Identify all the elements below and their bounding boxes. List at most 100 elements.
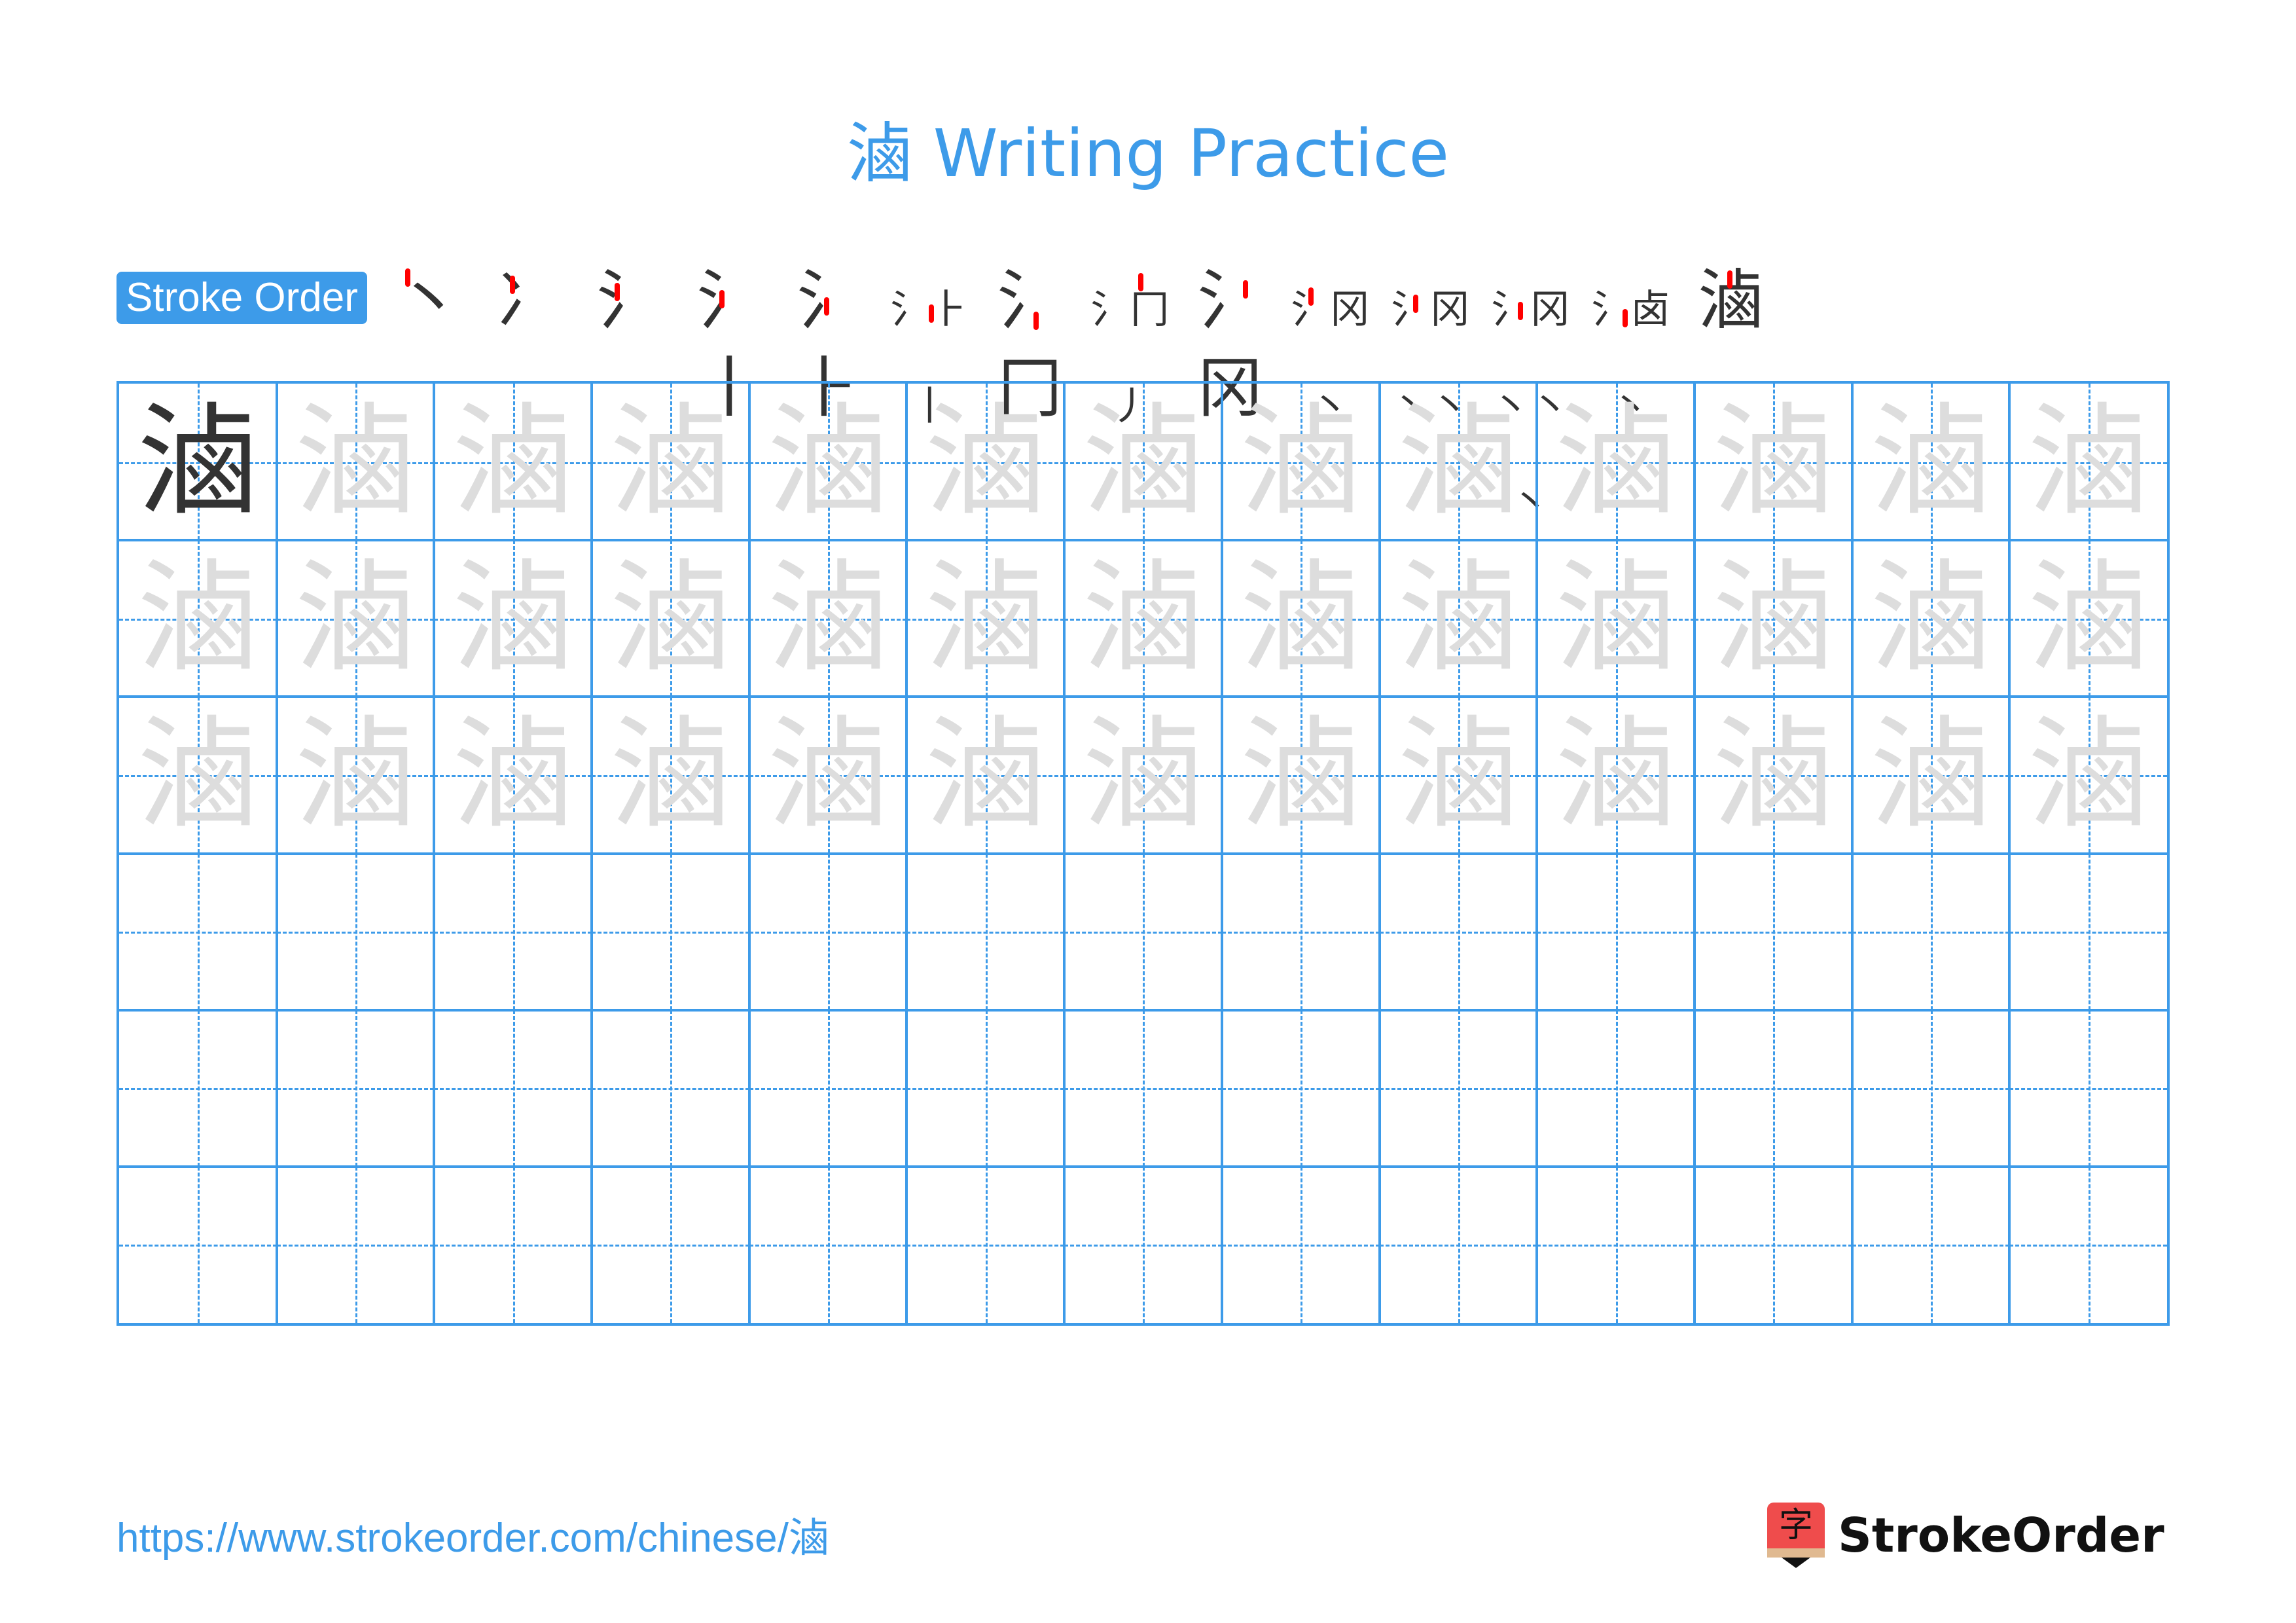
trace-character: 滷 bbox=[295, 391, 416, 532]
trace-character: 滷 bbox=[137, 704, 259, 846]
practice-grid: 滷滷滷滷滷滷滷滷滷滷滷滷滷滷滷滷滷滷滷滷滷滷滷滷滷滷滷滷滷滷滷滷滷滷滷滷滷滷滷 bbox=[117, 381, 2170, 1326]
guide-line-horizontal bbox=[276, 1088, 435, 1091]
grid-cell: 滷 bbox=[1694, 384, 1852, 541]
stroke-step-14: 滷 bbox=[1681, 255, 1781, 340]
brand-name: StrokeOrder bbox=[1838, 1508, 2164, 1563]
trace-character: 滷 bbox=[767, 547, 889, 689]
trace-character: 滷 bbox=[609, 704, 731, 846]
stroke-step-1: 丶 bbox=[379, 255, 479, 340]
guide-line-horizontal bbox=[906, 932, 1065, 934]
grid-cell bbox=[2009, 1166, 2167, 1323]
guide-line-horizontal bbox=[1221, 1245, 1380, 1247]
grid-cell bbox=[592, 1010, 749, 1167]
grid-cell: 滷 bbox=[592, 540, 749, 697]
grid-cell bbox=[276, 853, 435, 1010]
brand-logo: 字 StrokeOrder bbox=[1767, 1503, 2164, 1568]
stroke-step-4: 氵丨 bbox=[679, 255, 780, 426]
trace-character: 滷 bbox=[295, 547, 416, 689]
stroke-order-row: Stroke Order 丶冫氵氵丨 氵⺊ 氵⺊丨 氵冂 氵冂丿 氵冈 氵冈丶 氵冈丶丶 氵冈丶… bbox=[117, 252, 1781, 526]
stroke-highlight bbox=[1242, 280, 1248, 299]
pencil-logo-icon: 字 bbox=[1767, 1503, 1825, 1568]
trace-character: 滷 bbox=[609, 391, 731, 532]
grid-cell bbox=[906, 1166, 1065, 1323]
guide-line-horizontal bbox=[434, 1245, 592, 1247]
guide-line-horizontal bbox=[749, 1245, 907, 1247]
trace-character: 滷 bbox=[925, 704, 1047, 846]
guide-line-horizontal bbox=[119, 1088, 277, 1091]
grid-cell: 滷 bbox=[1221, 697, 1380, 854]
guide-line-horizontal bbox=[1694, 1245, 1852, 1247]
grid-line-horizontal bbox=[119, 695, 2167, 699]
grid-cell bbox=[749, 853, 907, 1010]
trace-character: 滷 bbox=[925, 547, 1047, 689]
grid-cell: 滷 bbox=[119, 540, 277, 697]
stroke-step-9: 氵冈 bbox=[1180, 255, 1280, 426]
grid-cell bbox=[749, 1166, 907, 1323]
grid-cell: 滷 bbox=[906, 384, 1065, 541]
stroke-order-steps: 丶冫氵氵丨 氵⺊ 氵⺊丨 氵冂 氵冂丿 氵冈 氵冈丶 氵冈丶丶 氵冈丶丶丶 氵卤丶滷 bbox=[379, 255, 1781, 526]
grid-cell: 滷 bbox=[1379, 697, 1537, 854]
trace-character: 滷 bbox=[2028, 547, 2149, 689]
grid-cell bbox=[1537, 1010, 1695, 1167]
grid-cell: 滷 bbox=[2009, 384, 2167, 541]
grid-cell: 滷 bbox=[906, 540, 1065, 697]
guide-line-horizontal bbox=[906, 1088, 1065, 1091]
guide-line-horizontal bbox=[434, 932, 592, 934]
grid-cell bbox=[1064, 1166, 1222, 1323]
grid-cell: 滷 bbox=[1852, 384, 2010, 541]
guide-line-horizontal bbox=[434, 1088, 592, 1091]
trace-character: 滷 bbox=[2028, 704, 2149, 846]
stroke-highlight bbox=[404, 268, 410, 287]
grid-cell: 滷 bbox=[1221, 540, 1380, 697]
grid-cell: 滷 bbox=[434, 384, 592, 541]
trace-character: 滷 bbox=[1712, 391, 1834, 532]
grid-cell: 滷 bbox=[276, 697, 435, 854]
grid-cell: 滷 bbox=[1852, 697, 2010, 854]
grid-cell bbox=[434, 1166, 592, 1323]
stroke-highlight bbox=[1517, 302, 1523, 320]
grid-cell bbox=[1537, 853, 1695, 1010]
grid-cell bbox=[592, 1166, 749, 1323]
guide-line-horizontal bbox=[592, 1245, 749, 1247]
grid-cell: 滷 bbox=[2009, 540, 2167, 697]
grid-cell: 滷 bbox=[1852, 540, 2010, 697]
trace-character: 滷 bbox=[1082, 391, 1204, 532]
footer-url-link[interactable]: https://www.strokeorder.com/chinese/滷 bbox=[117, 1512, 829, 1565]
grid-cell: 滷 bbox=[2009, 697, 2167, 854]
stroke-highlight bbox=[614, 283, 620, 301]
guide-line-horizontal bbox=[1221, 932, 1380, 934]
guide-line-horizontal bbox=[1064, 1088, 1222, 1091]
stroke-highlight bbox=[1033, 312, 1039, 330]
guide-line-horizontal bbox=[2009, 1088, 2167, 1091]
stroke-step-glyph: 冫 bbox=[496, 262, 562, 338]
grid-cell: 滷 bbox=[1379, 540, 1537, 697]
trace-character: 滷 bbox=[1240, 391, 1361, 532]
grid-cell: 滷 bbox=[119, 697, 277, 854]
stroke-step-8: 氵冂丿 bbox=[1080, 255, 1180, 429]
grid-line-horizontal bbox=[119, 1165, 2167, 1168]
grid-cell bbox=[119, 1166, 277, 1323]
trace-character: 滷 bbox=[1555, 704, 1677, 846]
trace-character: 滷 bbox=[1082, 704, 1204, 846]
trace-character: 滷 bbox=[767, 391, 889, 532]
model-character: 滷 bbox=[137, 391, 259, 532]
grid-cell: 滷 bbox=[1537, 540, 1695, 697]
stroke-step-12: 氵冈丶丶丶 bbox=[1480, 255, 1581, 526]
grid-cell bbox=[906, 853, 1065, 1010]
grid-cell bbox=[1064, 853, 1222, 1010]
stroke-step-glyph: 氵 bbox=[596, 262, 662, 338]
grid-cell bbox=[1852, 853, 2010, 1010]
guide-line-horizontal bbox=[1221, 1088, 1380, 1091]
stroke-highlight bbox=[823, 297, 829, 316]
guide-line-horizontal bbox=[1537, 1088, 1695, 1091]
stroke-highlight bbox=[1727, 270, 1732, 289]
guide-line-horizontal bbox=[1379, 932, 1537, 934]
trace-character: 滷 bbox=[1397, 547, 1519, 689]
trace-character: 滷 bbox=[1240, 547, 1361, 689]
trace-character: 滷 bbox=[1555, 547, 1677, 689]
stroke-highlight bbox=[1412, 295, 1418, 313]
guide-line-horizontal bbox=[276, 1245, 435, 1247]
grid-cell: 滷 bbox=[276, 384, 435, 541]
stroke-highlight bbox=[928, 304, 934, 323]
stroke-step-2: 冫 bbox=[479, 255, 579, 340]
